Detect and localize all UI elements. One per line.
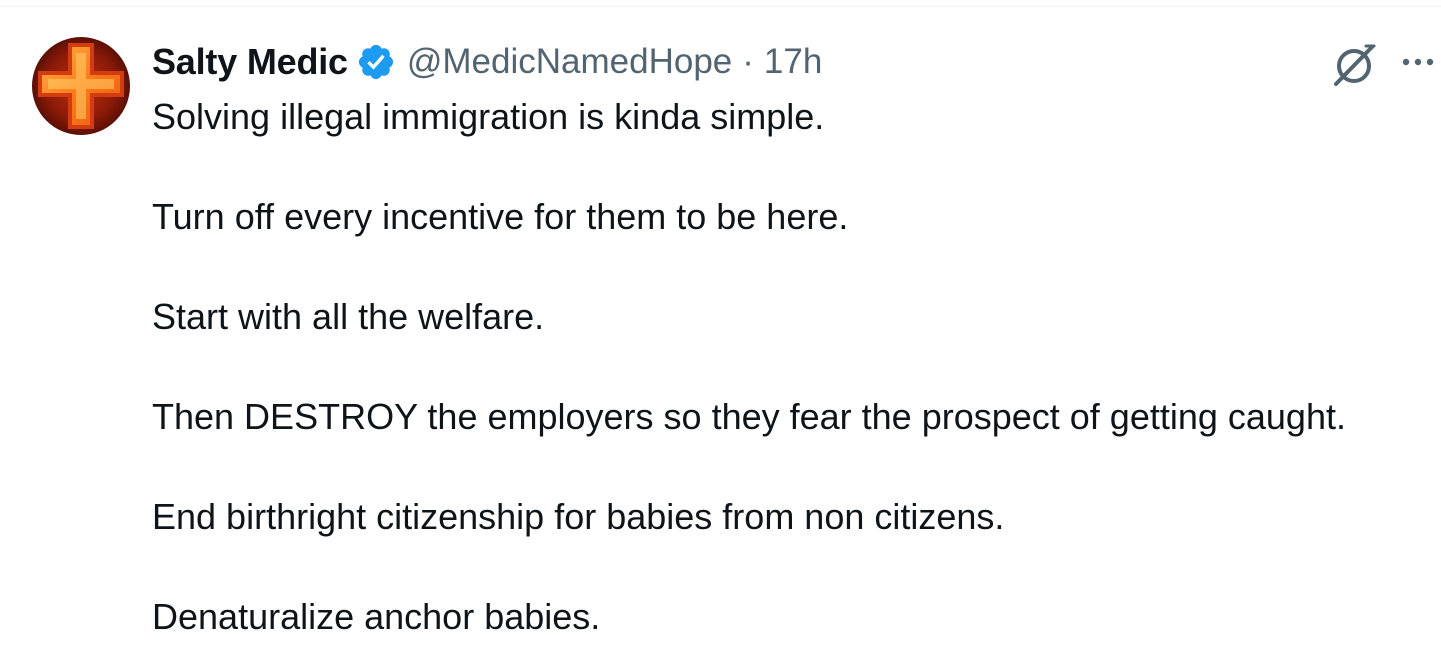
tweet-text: Solving illegal immigration is kinda sim…	[152, 96, 1437, 672]
divider	[0, 6, 1441, 7]
grok-icon[interactable]	[1330, 42, 1380, 88]
tweet[interactable]: Salty Medic @MedicNamedHope · 17h Solvin…	[0, 0, 1441, 672]
tweet-paragraph: Then DESTROY the employers so they fear …	[152, 396, 1346, 437]
tweet-paragraph: Denaturalize anchor babies.	[152, 596, 601, 637]
timestamp[interactable]: 17h	[764, 42, 822, 82]
verified-badge-icon[interactable]	[356, 42, 396, 82]
separator-dot: ·	[742, 42, 754, 81]
avatar[interactable]	[32, 37, 130, 135]
tweet-paragraph: Solving illegal immigration is kinda sim…	[152, 96, 825, 137]
tweet-header: Salty Medic @MedicNamedHope · 17h	[152, 38, 822, 86]
red-cross-avatar-icon	[32, 37, 130, 135]
display-name[interactable]: Salty Medic	[152, 41, 348, 83]
tweet-paragraph: Turn off every incentive for them to be …	[152, 196, 849, 237]
author-handle[interactable]: @MedicNamedHope	[407, 42, 732, 82]
more-options-icon[interactable]	[1400, 54, 1438, 70]
tweet-paragraph: Start with all the welfare.	[152, 296, 545, 337]
tweet-paragraph: End birthright citizenship for babies fr…	[152, 496, 1005, 537]
